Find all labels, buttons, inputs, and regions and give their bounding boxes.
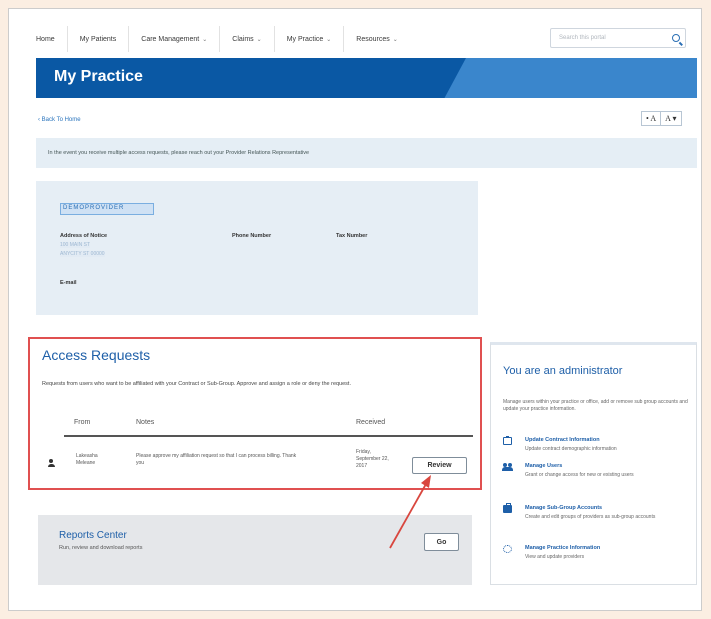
reports-center-description: Run, review and download reports bbox=[59, 545, 143, 551]
search-placeholder: Search this portal bbox=[559, 35, 606, 41]
font-size-controls: • A A ▾ bbox=[641, 111, 682, 126]
column-header-received: Received bbox=[356, 419, 386, 426]
column-header-from: From bbox=[74, 419, 91, 426]
admin-link-description: Update contract demographic information bbox=[525, 446, 617, 452]
search-icon[interactable] bbox=[672, 34, 680, 42]
user-icon bbox=[47, 459, 55, 467]
page-banner: My Practice bbox=[36, 58, 697, 98]
nav-resources[interactable]: Resources ⌄ bbox=[344, 26, 410, 52]
address-label: Address of Notice bbox=[60, 233, 108, 239]
reports-center-title[interactable]: Reports Center bbox=[59, 530, 127, 541]
phone-label: Phone Number bbox=[232, 233, 272, 239]
chevron-down-icon: ⌄ bbox=[202, 36, 208, 43]
users-icon bbox=[502, 463, 513, 471]
review-button[interactable]: Review bbox=[412, 457, 467, 474]
request-notes-line-1: Please approve my affiliation request so… bbox=[136, 453, 297, 459]
admin-link-title[interactable]: Manage Users bbox=[525, 463, 562, 469]
administrator-title: You are an administrator bbox=[503, 365, 623, 377]
received-date-line-2: September 22, bbox=[356, 456, 389, 462]
nav-home[interactable]: Home bbox=[28, 26, 68, 52]
received-date-line-3: 2017 bbox=[356, 463, 368, 469]
requester-last-name: Meleane bbox=[76, 460, 96, 466]
admin-link-description: Create and edit groups of providers as s… bbox=[525, 514, 656, 520]
search-input[interactable]: Search this portal bbox=[550, 28, 686, 48]
chevron-down-icon: ⌄ bbox=[256, 36, 262, 43]
nav-my-patients[interactable]: My Patients bbox=[68, 26, 130, 52]
nav-my-practice[interactable]: My Practice ⌄ bbox=[275, 26, 345, 52]
chevron-down-icon: ⌄ bbox=[326, 36, 332, 43]
address-line-1: 100 MAIN ST bbox=[60, 242, 91, 248]
admin-link-title[interactable]: Update Contract Information bbox=[525, 437, 600, 443]
administrator-panel: You are an administrator Manage users wi… bbox=[490, 342, 697, 585]
gear-icon bbox=[503, 545, 512, 553]
admin-link-title[interactable]: Manage Sub-Group Accounts bbox=[525, 505, 602, 511]
request-notes-line-2: you bbox=[136, 460, 145, 466]
admin-link-description: Grant or change access for new or existi… bbox=[525, 472, 634, 478]
nav-resources-label: Resources bbox=[356, 35, 390, 43]
requester-first-name: Lakeasha bbox=[76, 453, 98, 459]
column-header-notes: Notes bbox=[136, 419, 155, 426]
provider-name: DEMOPROVIDER bbox=[60, 203, 154, 215]
administrator-description: Manage users within your practice or off… bbox=[503, 399, 688, 412]
email-label: E-mail bbox=[60, 280, 77, 286]
page-title: My Practice bbox=[54, 68, 143, 85]
briefcase-icon bbox=[503, 503, 512, 513]
admin-link-description: View and update providers bbox=[525, 554, 585, 560]
nav-home-label: Home bbox=[36, 35, 55, 43]
received-date-line-1: Friday, bbox=[356, 449, 371, 455]
header-divider bbox=[64, 435, 473, 437]
provider-card: DEMOPROVIDER Address of Notice 100 MAIN … bbox=[36, 181, 478, 315]
info-message: In the event you receive multiple access… bbox=[36, 138, 697, 168]
access-requests-description: Requests from users who want to be affil… bbox=[42, 381, 351, 387]
reports-center-card: Reports Center Run, review and download … bbox=[38, 515, 472, 585]
clipboard-icon bbox=[503, 436, 512, 445]
admin-link-title[interactable]: Manage Practice Information bbox=[525, 545, 600, 551]
address-line-2: ANYCITY ST 00000 bbox=[60, 251, 105, 257]
access-requests-title: Access Requests bbox=[42, 347, 151, 363]
nav-care-management-label: Care Management bbox=[141, 35, 200, 43]
nav-claims-label: Claims bbox=[232, 35, 254, 43]
nav-my-practice-label: My Practice bbox=[286, 35, 324, 43]
font-increase-button[interactable]: A ▾ bbox=[661, 111, 682, 126]
go-button[interactable]: Go bbox=[424, 533, 459, 551]
font-decrease-button[interactable]: • A bbox=[641, 111, 662, 126]
top-navigation: Home My Patients Care Management ⌄ Claims… bbox=[28, 26, 688, 52]
nav-claims[interactable]: Claims ⌄ bbox=[220, 26, 275, 52]
tax-label: Tax Number bbox=[336, 233, 368, 239]
chevron-down-icon: ⌄ bbox=[392, 36, 398, 43]
access-requests-panel: Access Requests Requests from users who … bbox=[28, 337, 482, 490]
back-to-home-link[interactable]: ‹ Back To Home bbox=[38, 117, 81, 123]
nav-care-management[interactable]: Care Management ⌄ bbox=[129, 26, 221, 52]
nav-my-patients-label: My Patients bbox=[79, 35, 117, 43]
